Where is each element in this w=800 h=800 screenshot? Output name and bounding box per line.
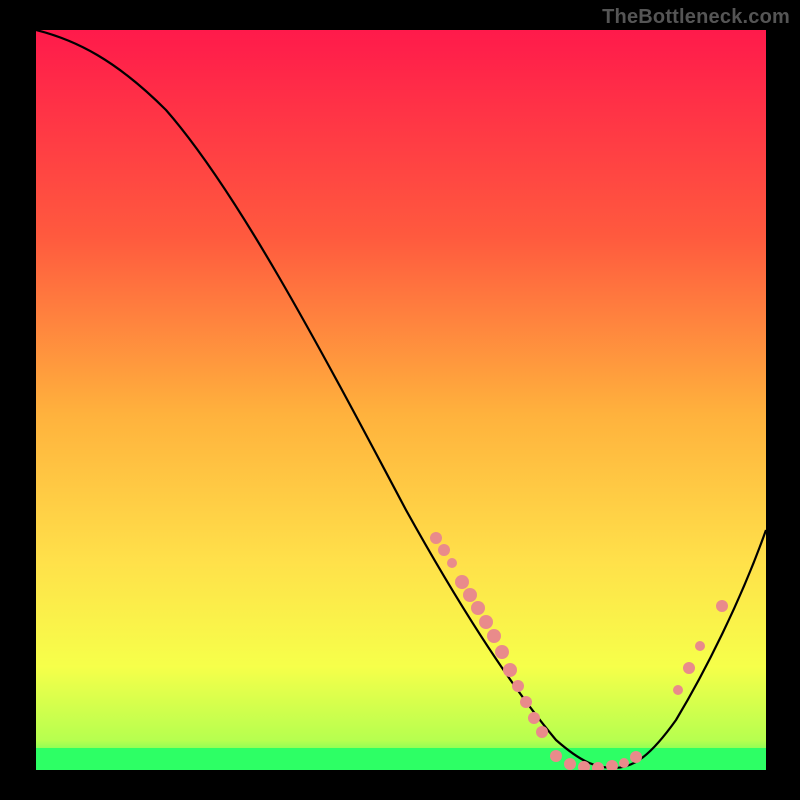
green-band	[36, 748, 766, 770]
chart-plot-area	[36, 30, 766, 770]
chart-frame: TheBottleneck.com	[0, 0, 800, 800]
gradient-background	[36, 30, 766, 770]
watermark-text: TheBottleneck.com	[602, 6, 790, 29]
chart-svg	[36, 30, 766, 770]
